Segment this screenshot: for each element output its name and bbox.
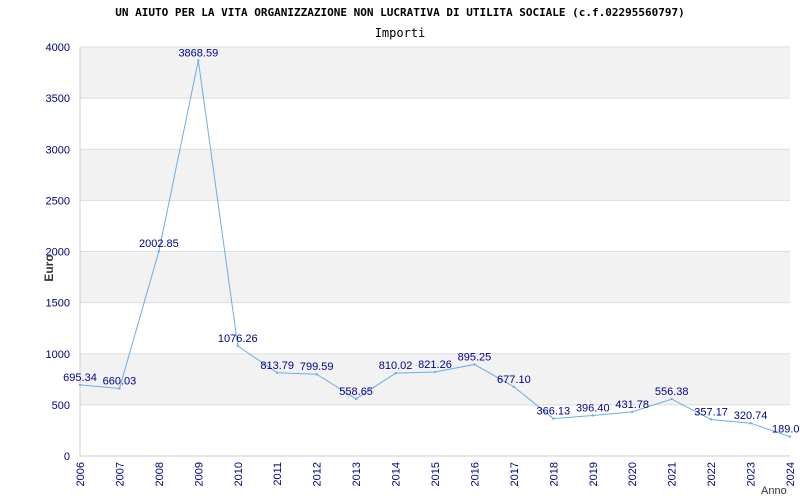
data-label: 431.78 — [615, 399, 649, 411]
data-point — [709, 418, 713, 421]
grid-band — [80, 149, 790, 201]
x-axis-label: Anno — [761, 485, 787, 497]
x-tick-label: 2007 — [114, 462, 126, 486]
x-tick-label: 2011 — [272, 462, 284, 486]
data-point — [512, 385, 516, 388]
data-point — [631, 410, 634, 414]
data-point — [118, 387, 121, 390]
x-tick-label: 2016 — [469, 462, 481, 486]
x-tick-label: 2010 — [233, 462, 245, 486]
data-point — [276, 371, 279, 374]
data-label: 821.26 — [418, 359, 452, 371]
data-label: 558.65 — [339, 386, 373, 398]
y-tick-label: 500 — [52, 400, 70, 412]
data-point — [236, 344, 239, 348]
y-tick-label: 3500 — [46, 93, 70, 105]
x-tick-label: 2009 — [193, 462, 205, 486]
grid-band — [80, 251, 790, 303]
data-label: 1076.26 — [218, 333, 258, 345]
data-point — [394, 371, 397, 375]
x-tick-label: 2018 — [548, 462, 560, 486]
x-tick-label: 2014 — [391, 462, 403, 486]
data-label: 357.17 — [694, 406, 728, 418]
x-tick-label: 2021 — [667, 462, 679, 486]
data-label: 660.03 — [103, 376, 137, 388]
x-tick-label: 2023 — [746, 462, 758, 486]
data-point — [433, 370, 437, 374]
data-point — [473, 363, 476, 366]
x-tick-label: 2006 — [75, 462, 87, 486]
y-tick-label: 4000 — [46, 42, 70, 54]
x-tick-label: 2008 — [154, 462, 166, 486]
data-point — [354, 397, 358, 401]
y-tick-label: 1000 — [46, 349, 70, 361]
data-label: 189.03 — [772, 424, 800, 436]
data-label: 3868.59 — [178, 47, 218, 59]
data-point — [749, 422, 752, 425]
x-tick-label: 2019 — [588, 462, 600, 486]
data-label: 366.13 — [537, 406, 571, 418]
data-label: 810.02 — [379, 360, 413, 372]
y-tick-label: 1500 — [46, 298, 70, 310]
data-point — [552, 417, 555, 420]
y-tick-label: 0 — [64, 451, 70, 463]
data-point — [315, 373, 318, 376]
x-tick-label: 2017 — [509, 462, 521, 486]
data-label: 895.25 — [458, 351, 492, 363]
y-tick-label: 2500 — [46, 195, 70, 207]
y-axis-label: Euro — [42, 254, 56, 281]
data-point — [670, 397, 673, 401]
data-label: 396.40 — [576, 402, 610, 414]
x-tick-label: 2015 — [430, 462, 442, 486]
plot-area: 050010001500200025003000350040002006 2007… — [42, 42, 800, 497]
data-point — [591, 414, 594, 417]
data-point — [788, 435, 792, 438]
data-label: 320.74 — [734, 410, 768, 422]
data-label: 813.79 — [260, 360, 294, 372]
data-label: 799.59 — [300, 361, 334, 373]
data-label: 556.38 — [655, 386, 689, 398]
x-tick-label: 2012 — [312, 462, 324, 486]
x-tick-label: 2024 — [785, 462, 797, 486]
chart: UN AIUTO PER LA VITA ORGANIZZAZIONE NON … — [0, 0, 800, 500]
data-point — [197, 59, 200, 62]
x-tick-label: 2013 — [351, 462, 363, 486]
data-point — [157, 250, 161, 253]
data-point — [78, 383, 82, 387]
x-tick-label: 2022 — [706, 462, 718, 486]
data-label: 677.10 — [497, 374, 531, 386]
data-label: 695.34 — [63, 372, 97, 384]
y-tick-label: 3000 — [46, 144, 70, 156]
data-label: 2002.85 — [139, 238, 179, 250]
x-tick-label: 2020 — [627, 462, 639, 486]
